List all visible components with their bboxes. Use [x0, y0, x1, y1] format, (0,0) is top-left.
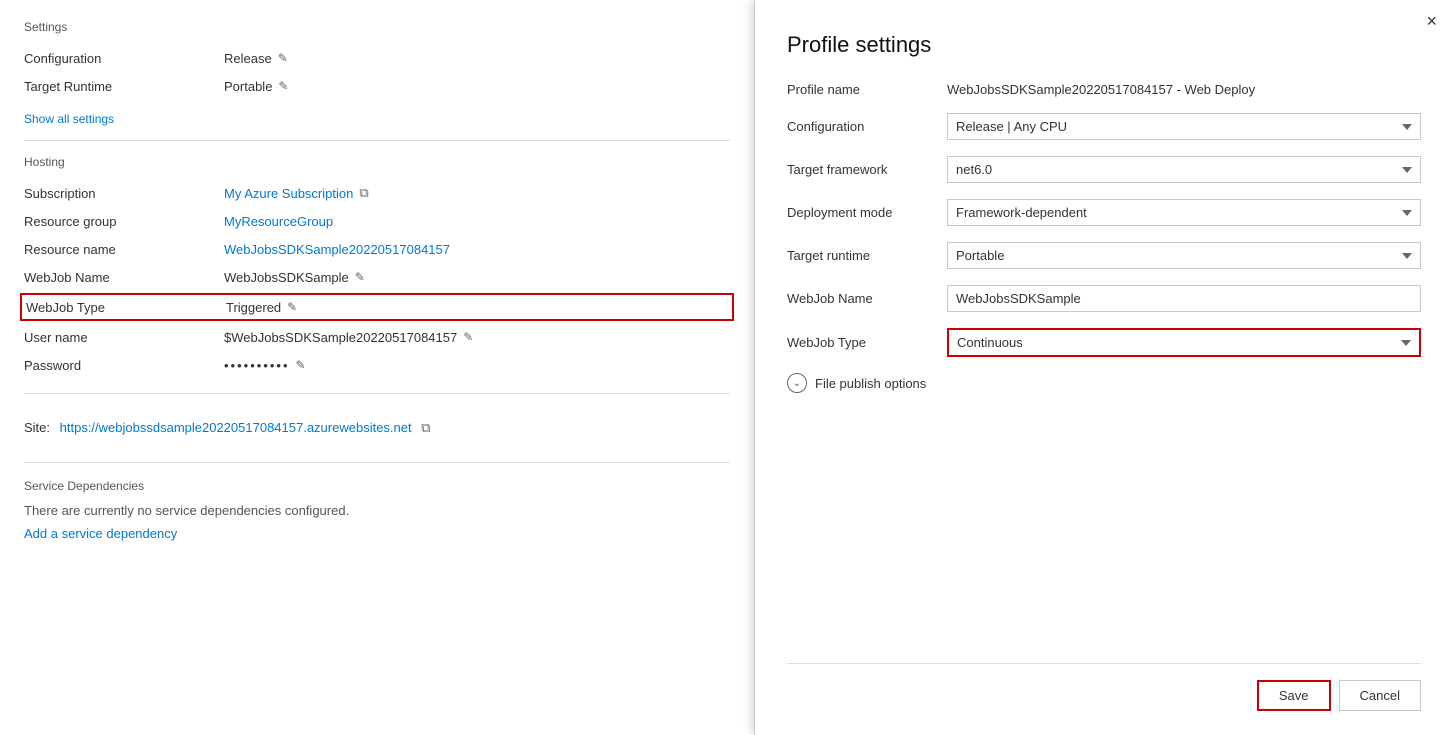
modal-webjob-type-row: WebJob Type Continuous Triggered: [787, 328, 1421, 357]
configuration-edit-icon[interactable]: [278, 51, 288, 65]
modal-webjob-name-field[interactable]: [947, 285, 1421, 312]
no-deps-text: There are currently no service dependenc…: [24, 503, 730, 518]
webjob-name-value: WebJobsSDKSample: [224, 270, 365, 285]
configuration-row: Configuration Release: [24, 44, 730, 72]
user-name-value: $WebJobsSDKSample20220517084157: [224, 330, 473, 345]
service-dep-section: Service Dependencies There are currently…: [24, 479, 730, 541]
resource-name-row: Resource name WebJobsSDKSample2022051708…: [24, 235, 730, 263]
subscription-value: My Azure Subscription: [224, 185, 369, 201]
user-name-row: User name $WebJobsSDKSample2022051708415…: [24, 323, 730, 351]
webjob-name-input[interactable]: [947, 285, 1421, 312]
profile-settings-modal: × Profile settings Profile name WebJobsS…: [755, 0, 1453, 735]
resource-group-value: MyResourceGroup: [224, 214, 333, 229]
profile-name-value: WebJobsSDKSample20220517084157 - Web Dep…: [947, 82, 1421, 97]
resource-group-row: Resource group MyResourceGroup: [24, 207, 730, 235]
deployment-mode-select[interactable]: Framework-dependent Self-contained: [947, 199, 1421, 226]
password-row: Password ••••••••••: [24, 351, 730, 379]
deployment-mode-row: Deployment mode Framework-dependent Self…: [787, 199, 1421, 226]
settings-divider: [24, 140, 730, 141]
target-runtime-edit-icon[interactable]: [278, 79, 288, 93]
resource-name-label: Resource name: [24, 242, 224, 257]
target-runtime-value: Portable: [224, 79, 288, 94]
modal-target-runtime-row: Target runtime Portable win-x64 linux-x6…: [787, 242, 1421, 269]
configuration-label: Configuration: [24, 51, 224, 66]
modal-configuration-row: Configuration Release | Any CPU Debug | …: [787, 113, 1421, 140]
webjob-type-label: WebJob Type: [26, 300, 226, 315]
webjob-name-edit-icon[interactable]: [355, 270, 365, 284]
resource-group-label: Resource group: [24, 214, 224, 229]
modal-configuration-field[interactable]: Release | Any CPU Debug | Any CPU: [947, 113, 1421, 140]
modal-body: Profile name WebJobsSDKSample20220517084…: [787, 82, 1421, 655]
modal-webjob-name-label: WebJob Name: [787, 291, 947, 306]
user-name-label: User name: [24, 330, 224, 345]
modal-close-button[interactable]: ×: [1426, 12, 1437, 30]
hosting-section-title: Hosting: [24, 155, 730, 169]
settings-section-title: Settings: [24, 20, 730, 34]
modal-configuration-label: Configuration: [787, 119, 947, 134]
add-dep-link[interactable]: Add a service dependency: [24, 526, 177, 541]
password-value: ••••••••••: [224, 358, 306, 373]
target-framework-label: Target framework: [787, 162, 947, 177]
modal-webjob-type-field[interactable]: Continuous Triggered: [947, 328, 1421, 357]
file-publish-label: File publish options: [815, 376, 926, 391]
webjob-type-select[interactable]: Continuous Triggered: [947, 328, 1421, 357]
configuration-select[interactable]: Release | Any CPU Debug | Any CPU: [947, 113, 1421, 140]
deployment-mode-field[interactable]: Framework-dependent Self-contained: [947, 199, 1421, 226]
site-label: Site:: [24, 420, 50, 435]
modal-footer: Save Cancel: [787, 663, 1421, 711]
profile-name-label: Profile name: [787, 82, 947, 97]
modal-title: Profile settings: [787, 32, 1421, 58]
resource-name-value: WebJobsSDKSample20220517084157: [224, 242, 450, 257]
file-publish-expand-icon[interactable]: ⌄: [787, 373, 807, 393]
hosting-divider: [24, 393, 730, 394]
webjob-name-label: WebJob Name: [24, 270, 224, 285]
webjob-type-row: WebJob Type Triggered: [20, 293, 734, 321]
right-panel: × Profile settings Profile name WebJobsS…: [755, 0, 1453, 735]
modal-webjob-name-row: WebJob Name: [787, 285, 1421, 312]
target-framework-select[interactable]: net6.0 net5.0 netcoreapp3.1: [947, 156, 1421, 183]
target-runtime-label: Target Runtime: [24, 79, 224, 94]
subscription-label: Subscription: [24, 186, 224, 201]
configuration-value: Release: [224, 51, 288, 66]
site-row: Site: https://webjobssdsample20220517084…: [24, 408, 730, 448]
webjob-type-edit-icon[interactable]: [287, 300, 297, 314]
save-button[interactable]: Save: [1257, 680, 1331, 711]
password-edit-icon[interactable]: [296, 358, 306, 372]
service-dep-title: Service Dependencies: [24, 479, 730, 493]
webjob-type-value: Triggered: [226, 300, 297, 315]
site-copy-icon[interactable]: [421, 420, 430, 436]
subscription-copy-icon[interactable]: [359, 185, 368, 201]
modal-target-runtime-label: Target runtime: [787, 248, 947, 263]
webjob-name-row: WebJob Name WebJobsSDKSample: [24, 263, 730, 291]
show-all-settings-link[interactable]: Show all settings: [24, 112, 114, 126]
file-publish-row: ⌄ File publish options: [787, 373, 1421, 393]
modal-target-runtime-field[interactable]: Portable win-x64 linux-x64: [947, 242, 1421, 269]
profile-name-row: Profile name WebJobsSDKSample20220517084…: [787, 82, 1421, 97]
target-runtime-select[interactable]: Portable win-x64 linux-x64: [947, 242, 1421, 269]
cancel-button[interactable]: Cancel: [1339, 680, 1421, 711]
target-framework-field[interactable]: net6.0 net5.0 netcoreapp3.1: [947, 156, 1421, 183]
site-divider: [24, 462, 730, 463]
password-label: Password: [24, 358, 224, 373]
modal-webjob-type-label: WebJob Type: [787, 335, 947, 350]
deployment-mode-label: Deployment mode: [787, 205, 947, 220]
target-runtime-row: Target Runtime Portable: [24, 72, 730, 100]
left-panel: Settings Configuration Release Target Ru…: [0, 0, 755, 735]
user-name-edit-icon[interactable]: [463, 330, 473, 344]
subscription-row: Subscription My Azure Subscription: [24, 179, 730, 207]
target-framework-row: Target framework net6.0 net5.0 netcoreap…: [787, 156, 1421, 183]
site-url-link[interactable]: https://webjobssdsample20220517084157.az…: [60, 420, 412, 435]
